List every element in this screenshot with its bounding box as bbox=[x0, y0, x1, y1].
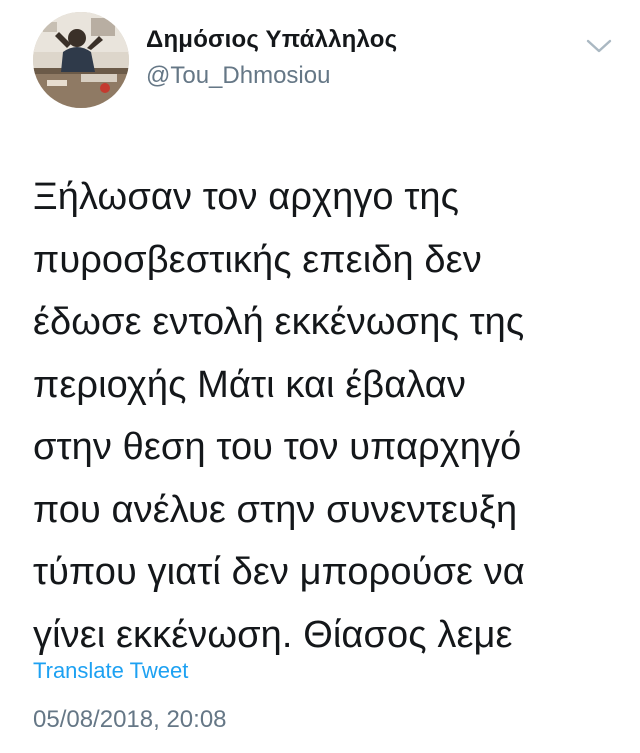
avatar[interactable] bbox=[33, 12, 129, 108]
chevron-down-icon[interactable] bbox=[582, 34, 616, 58]
tweet-timestamp[interactable]: 05/08/2018, 20:08 bbox=[33, 706, 227, 734]
tweet-text: Ξήλωσαν τον αρχηγο της πυροσβεστικής επε… bbox=[33, 176, 525, 656]
avatar-image bbox=[33, 12, 129, 108]
translate-tweet-link[interactable]: Translate Tweet bbox=[33, 658, 188, 684]
tweet-card: Δημόσιος Υπάλληλος @Tou_Dhmosiou Ξήλωσαν… bbox=[0, 0, 640, 753]
display-name[interactable]: Δημόσιος Υπάλληλος bbox=[146, 26, 397, 54]
user-handle[interactable]: @Tou_Dhmosiou bbox=[146, 62, 330, 90]
